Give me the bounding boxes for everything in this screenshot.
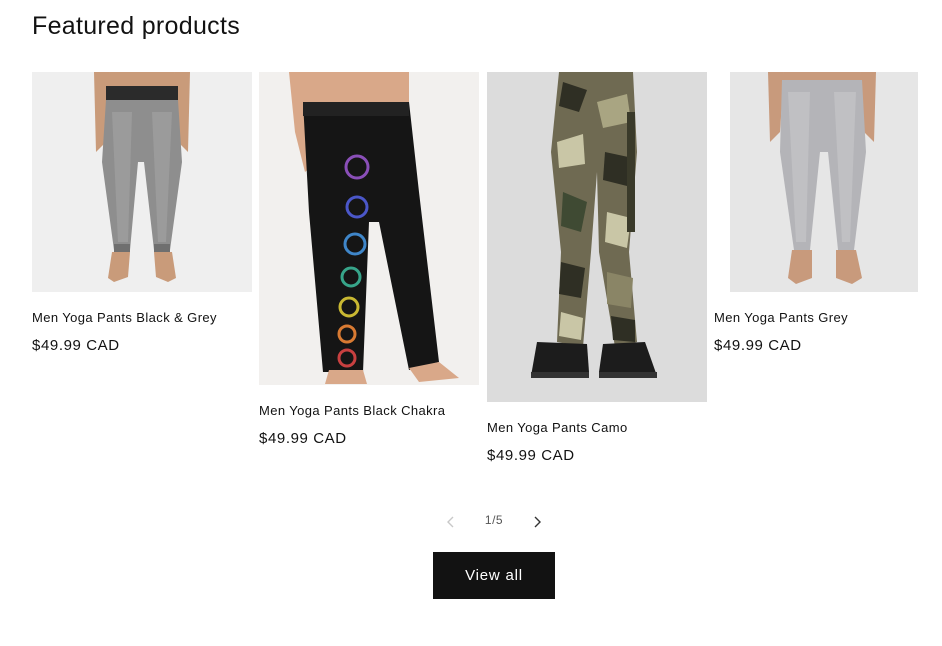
product-image[interactable] [487,72,707,402]
product-title[interactable]: Men Yoga Pants Camo [487,420,628,436]
product-title[interactable]: Men Yoga Pants Grey [714,310,848,326]
chevron-right-icon[interactable] [528,512,548,532]
chevron-left-icon[interactable] [440,512,460,532]
section-title: Featured products [32,12,240,40]
product-price: $49.99 CAD [714,337,802,354]
product-price: $49.99 CAD [259,430,347,447]
product-image[interactable] [259,72,479,385]
product-title[interactable]: Men Yoga Pants Black & Grey [32,310,217,326]
product-card[interactable]: Men Yoga Pants Camo $49.99 CAD [487,72,707,472]
product-price: $49.99 CAD [487,447,575,464]
product-price: $49.99 CAD [32,337,120,354]
product-image[interactable] [32,72,252,292]
product-image[interactable] [730,72,918,292]
product-title[interactable]: Men Yoga Pants Black Chakra [259,403,445,419]
product-card[interactable]: Men Yoga Pants Grey $49.99 CAD [714,72,918,362]
product-card[interactable]: Men Yoga Pants Black & Grey $49.99 CAD [32,72,252,362]
view-all-button[interactable]: View all [433,552,555,599]
product-card[interactable]: Men Yoga Pants Black Chakra $49.99 CAD [259,72,479,455]
slide-counter: 1/5 [484,513,504,527]
slider-pagination: 1/5 [0,508,942,534]
